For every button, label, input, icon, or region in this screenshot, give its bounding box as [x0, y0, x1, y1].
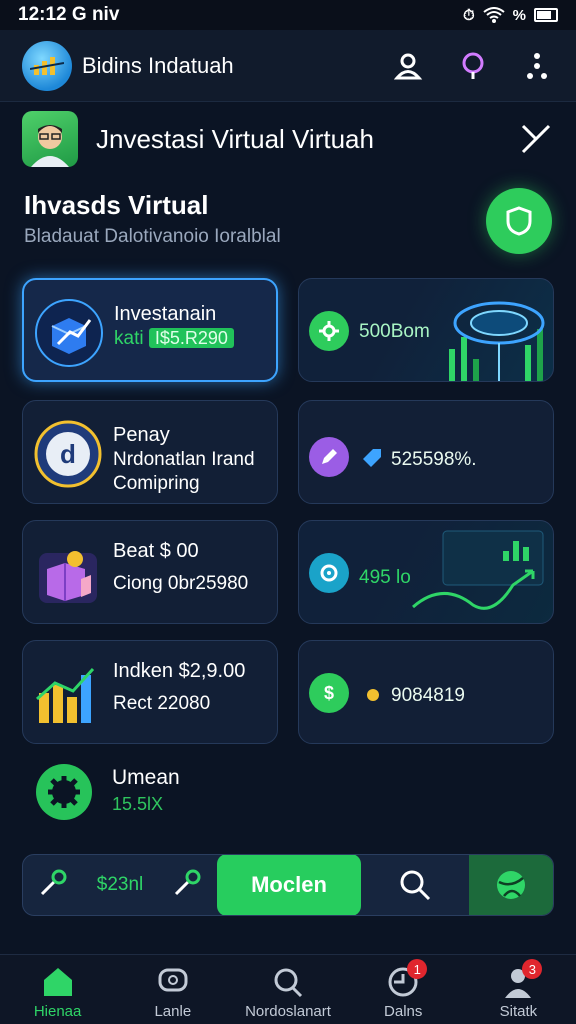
nav-item-lanle[interactable]: Lanle [115, 955, 230, 1024]
clock-icon: 1 [385, 959, 428, 999]
svg-text:$: $ [324, 683, 334, 703]
nav-label: Sitatk [499, 1003, 538, 1020]
card-title: Investanain [114, 303, 217, 325]
gear-icon [309, 311, 349, 351]
person-icon: 3 [500, 959, 543, 999]
user-icon[interactable] [392, 49, 426, 83]
card-title: Indken $2,9.00 [113, 660, 246, 682]
stat-card-4[interactable]: $ 9084819 [298, 640, 554, 744]
bottom-nav: Hienaa Lanle Nordoslanart 1 Dalns 3 Sita… [0, 954, 576, 1024]
section-title: Ihvasds Virtual [24, 190, 209, 220]
stat-card-3[interactable]: 495 lo [298, 520, 554, 624]
action-bar: $23nl Moclen [22, 854, 554, 916]
stat-value: 495 lo [359, 567, 411, 588]
card-value-badge: I$5.R290 [148, 328, 234, 348]
more-icon[interactable] [520, 49, 554, 83]
stat-value: 525598%. [391, 449, 477, 470]
status-time: 12:12 [18, 4, 67, 25]
link-icon[interactable] [36, 866, 70, 905]
nav-item-dalns[interactable]: 1 Dalns [346, 955, 461, 1024]
alarm-icon: ⏱ [462, 6, 475, 24]
dollar-icon: $ [309, 673, 349, 713]
line-chart-illustration [412, 530, 544, 610]
card-title: Beat $ 00 [113, 540, 199, 562]
gear-badge-icon [36, 764, 92, 820]
nav-label: Nordoslanart [245, 1003, 331, 1020]
page-header: Jnvestasi Virtual Virtuah [22, 111, 556, 167]
primary-button[interactable]: Moclen [217, 855, 361, 915]
action-value: $23nl [96, 874, 144, 895]
avatar [22, 111, 78, 167]
svg-text:d: d [60, 439, 76, 469]
shield-icon [506, 206, 532, 236]
search-icon [270, 965, 306, 999]
app-bar: Bidins Indatuah [0, 30, 576, 102]
card-subtitle: Rect 22080 [113, 693, 211, 714]
page-title: Jnvestasi Virtual Virtuah [96, 123, 374, 154]
card-subtitle: Nrdonatlan Irand [113, 449, 255, 470]
nav-label: Lanle [154, 1003, 192, 1020]
card-subtitle: Ciong 0br25980 [113, 573, 249, 594]
card-label: kati [114, 328, 144, 349]
globe-button[interactable] [469, 855, 553, 915]
penay-card[interactable]: d Penay Nrdonatlan Irand Comipring [22, 400, 278, 504]
nav-label: Dalns [384, 1003, 423, 1020]
search-button[interactable] [361, 855, 469, 915]
cycle-icon [309, 553, 349, 593]
stat-card-1[interactable]: 500Bom [298, 278, 554, 382]
beat-card[interactable]: Beat $ 00 Ciong 0br25980 [22, 520, 278, 624]
index-card[interactable]: Indken $2,9.00 Rect 22080 [22, 640, 278, 744]
home-icon [40, 965, 76, 999]
battery-icon [534, 8, 558, 22]
bar-chart-icon [33, 659, 103, 729]
umean-value: 15.5lX [112, 794, 164, 814]
search-icon [400, 870, 431, 901]
umean-title: Umean [112, 766, 180, 789]
section-subtitle: Bladauat Dalotivanoio Ioralblal [24, 226, 281, 247]
stat-card-2[interactable]: 525598%. [298, 400, 554, 504]
close-icon[interactable] [516, 119, 556, 159]
globe-icon [497, 871, 525, 899]
stat-value: 9084819 [391, 685, 465, 706]
coin-icon: d [33, 419, 103, 489]
notification-badge: 3 [522, 959, 543, 979]
investment-card[interactable]: Investanain kati I$5.R290 [22, 278, 278, 382]
app-title: Bidins Indatuah [82, 52, 234, 78]
shield-button[interactable] [486, 188, 552, 254]
nav-item-home[interactable]: Hienaa [0, 955, 115, 1024]
cube-chart-icon [34, 298, 104, 368]
nav-label: Hienaa [33, 1003, 82, 1020]
stat-value: 500Bom [359, 321, 430, 342]
link-icon-2[interactable] [170, 866, 204, 905]
pencil-icon [309, 437, 349, 477]
tag-icon [361, 447, 383, 472]
wifi-icon [483, 7, 505, 23]
hand-box-icon [33, 539, 103, 609]
status-carrier: G niv [71, 4, 120, 25]
status-bar: 12:12 G niv ⏱ % [0, 0, 576, 30]
location-pin-icon[interactable] [456, 49, 490, 83]
chat-icon [155, 965, 191, 999]
notification-badge: 1 [407, 959, 428, 979]
nav-item-profile[interactable]: 3 Sitatk [461, 955, 576, 1024]
card-title: Penay [113, 424, 170, 446]
card-detail: Comipring [113, 472, 200, 494]
sun-icon [363, 685, 383, 710]
nav-item-search[interactable]: Nordoslanart [230, 955, 345, 1024]
app-logo [22, 40, 72, 91]
network-chart-illustration [449, 301, 545, 381]
battery-percent: % [512, 6, 526, 24]
